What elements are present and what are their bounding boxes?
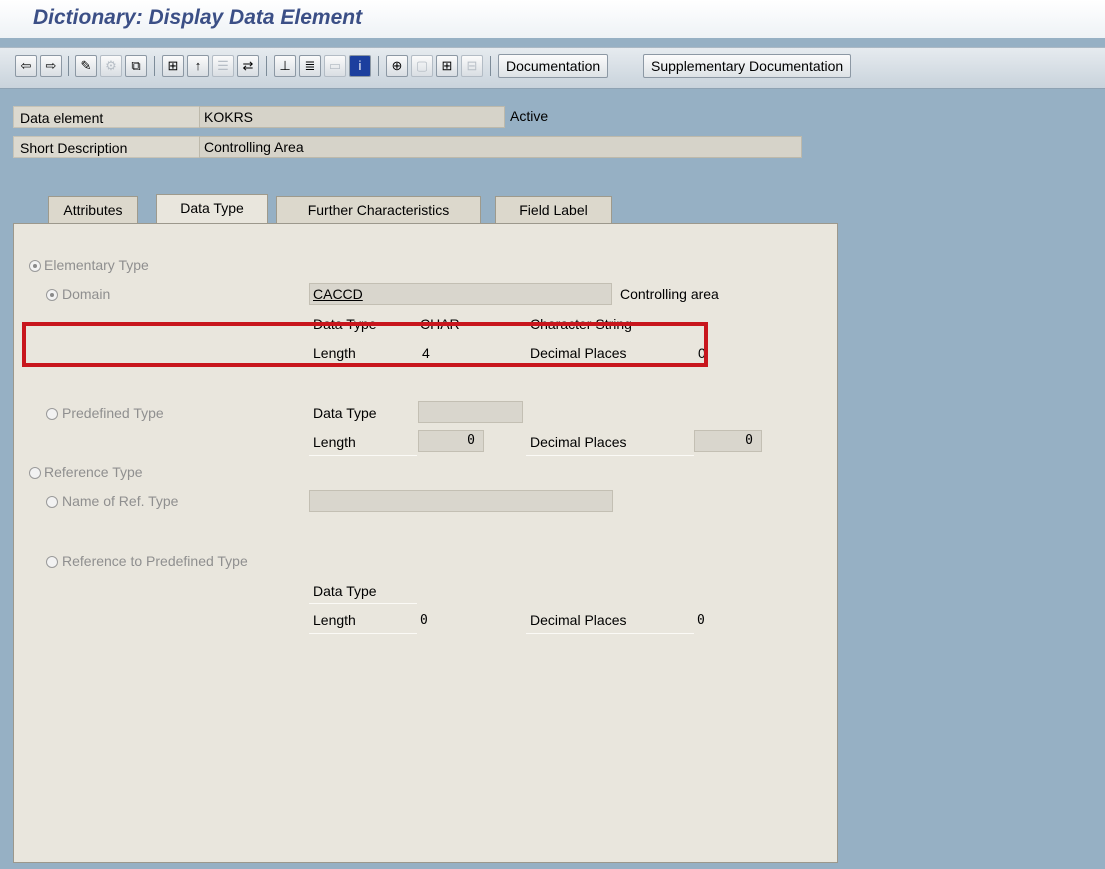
predefined-decimal-places-label: Decimal Places: [530, 434, 627, 450]
deselect-icon[interactable]: ⊟: [461, 55, 483, 77]
info-icon[interactable]: i: [349, 55, 371, 77]
select-all-icon[interactable]: ⊞: [436, 55, 458, 77]
back-arrow-icon[interactable]: ⇦: [15, 55, 37, 77]
domain-label: Domain: [62, 286, 111, 302]
ref-data-type-label: Data Type: [313, 583, 377, 599]
forward-arrow-icon[interactable]: ⇨: [40, 55, 62, 77]
collapse-icon[interactable]: ▢: [411, 55, 433, 77]
window-icon[interactable]: ▭: [324, 55, 346, 77]
ref-length-label: Length: [313, 612, 356, 628]
toolbar-separator: [266, 56, 267, 76]
other-object-icon[interactable]: ⧉: [125, 55, 147, 77]
reference-to-predefined-type-label: Reference to Predefined Type: [62, 553, 248, 569]
tab-further-characteristics[interactable]: Further Characteristics: [276, 196, 481, 223]
underline: [309, 633, 417, 634]
display-change-icon[interactable]: ✎: [75, 55, 97, 77]
domain-radio[interactable]: [46, 289, 58, 301]
predefined-data-type-label: Data Type: [313, 405, 377, 421]
elementary-type-radio[interactable]: [29, 260, 41, 272]
predefined-length-field[interactable]: 0: [418, 430, 484, 452]
toolbar-separator: [490, 56, 491, 76]
activate-icon[interactable]: ⚙: [100, 55, 122, 77]
elementary-type-label: Elementary Type: [44, 257, 149, 273]
supplementary-documentation-button[interactable]: Supplementary Documentation: [643, 54, 852, 78]
name-of-ref-type-radio[interactable]: [46, 496, 58, 508]
navigate-icon[interactable]: ⇄: [237, 55, 259, 77]
application-toolbar: ⇦ ⇨ ✎ ⚙ ⧉ ⊞ ↑ ☰ ⇄ ⊥ ≣ ▭ i ⊕ ▢ ⊞ ⊟ Docume…: [0, 47, 1105, 89]
ref-type-name-field[interactable]: [309, 490, 613, 512]
predefined-data-type-field[interactable]: [418, 401, 523, 423]
window-title: Dictionary: Display Data Element: [33, 6, 363, 29]
predefined-type-radio[interactable]: [46, 408, 58, 420]
data-element-label: Data element: [13, 106, 201, 128]
data-element-field[interactable]: KOKRS: [199, 106, 505, 128]
predefined-decimal-places-field[interactable]: 0: [694, 430, 762, 452]
list-icon[interactable]: ≣: [299, 55, 321, 77]
highlight-box: [22, 322, 708, 367]
tab-data-type[interactable]: Data Type: [156, 194, 268, 225]
reference-type-label: Reference Type: [44, 464, 143, 480]
toolbar-separator: [154, 56, 155, 76]
expand-icon[interactable]: ⊕: [386, 55, 408, 77]
short-description-field[interactable]: Controlling Area: [199, 136, 802, 158]
predefined-type-label: Predefined Type: [62, 405, 164, 421]
reference-type-radio[interactable]: [29, 467, 41, 479]
toolbar-separator: [68, 56, 69, 76]
status-text: Active: [510, 108, 549, 124]
short-description-label: Short Description: [13, 136, 201, 158]
tab-field-label[interactable]: Field Label: [495, 196, 612, 223]
underline: [526, 455, 694, 456]
display-object-list-icon[interactable]: ☰: [212, 55, 234, 77]
ref-length-value: 0: [420, 613, 428, 628]
name-of-ref-type-label: Name of Ref. Type: [62, 493, 179, 509]
where-used-icon[interactable]: ⊞: [162, 55, 184, 77]
underline: [309, 455, 417, 456]
domain-description: Controlling area: [620, 286, 719, 302]
underline: [526, 633, 694, 634]
reference-to-predefined-type-radio[interactable]: [46, 556, 58, 568]
ref-decimal-places-label: Decimal Places: [530, 612, 627, 628]
ref-decimal-places-value: 0: [697, 613, 705, 628]
hierarchy-icon[interactable]: ⊥: [274, 55, 296, 77]
domain-value[interactable]: CACCD: [313, 286, 363, 302]
predefined-length-label: Length: [313, 434, 356, 450]
underline: [309, 603, 417, 604]
toolbar-separator: [378, 56, 379, 76]
check-icon[interactable]: ↑: [187, 55, 209, 77]
tab-attributes[interactable]: Attributes: [48, 196, 138, 223]
documentation-button[interactable]: Documentation: [498, 54, 609, 78]
